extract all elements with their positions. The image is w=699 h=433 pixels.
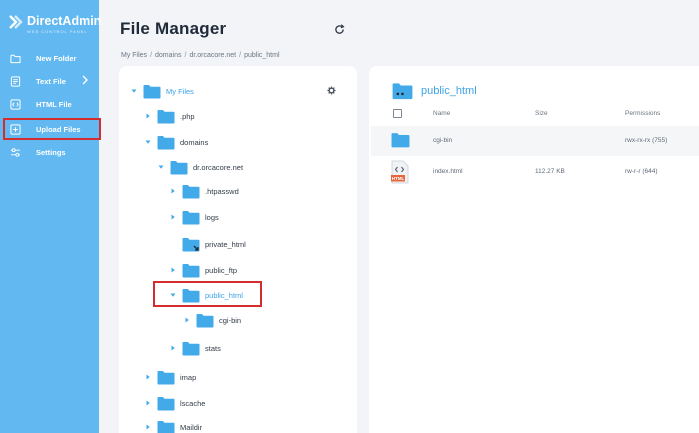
refresh-icon[interactable] [334, 24, 345, 35]
row-permissions: rwx-rx-rx (755) [625, 137, 668, 144]
caret-right-icon[interactable] [145, 424, 151, 430]
folder-icon [196, 313, 214, 328]
tree-node-lscache[interactable]: lscache [145, 394, 205, 412]
html-file-icon: HTML [391, 160, 409, 184]
folder-icon [157, 370, 175, 385]
brand-tagline: WEB CONTROL PANEL [27, 29, 88, 34]
gear-icon[interactable] [327, 86, 336, 95]
tree-node-domains[interactable]: domains [145, 133, 208, 151]
tree-node-label: .htpasswd [205, 186, 239, 196]
text-file-icon [10, 75, 21, 87]
row-size: 112.27 KB [535, 168, 565, 175]
folder-icon [182, 341, 200, 356]
tree-node-stats[interactable]: stats [170, 339, 221, 357]
row-permissions: rw-r-r (644) [625, 168, 658, 175]
folder-link-icon [182, 237, 200, 252]
folder-icon [182, 184, 200, 199]
caret-right-icon[interactable] [170, 345, 176, 351]
sidebar-item-label: HTML File [36, 99, 72, 109]
tree-node-label: domains [180, 137, 209, 147]
caret-right-icon[interactable] [170, 188, 176, 194]
brand-name: DirectAdmin [27, 14, 102, 28]
current-folder-name: public_html [421, 85, 477, 97]
sidebar-item-label: Settings [36, 147, 66, 157]
tree-node-label: My Files [166, 86, 194, 96]
tree-node-label: lscache [180, 398, 206, 408]
tree-node-label: private_html [205, 239, 246, 249]
tree-node-label: logs [205, 212, 219, 222]
caret-right-icon[interactable] [145, 400, 151, 406]
tree-node-private-html[interactable]: private_html [182, 235, 246, 253]
sidebar: DirectAdmin WEB CONTROL PANEL New Folder… [0, 0, 101, 433]
folder-icon [157, 109, 175, 124]
tree-node-imap[interactable]: imap [145, 368, 196, 386]
tree-node-maildir[interactable]: Maildir [145, 418, 202, 433]
chevron-right-icon[interactable] [82, 75, 88, 85]
sidebar-item-settings[interactable]: Settings [10, 143, 66, 161]
tree-node-logs[interactable]: logs [170, 208, 219, 226]
column-header-size[interactable]: Size [535, 110, 548, 117]
column-header-name[interactable]: Name [433, 110, 450, 117]
row-name[interactable]: index.html [433, 168, 463, 175]
breadcrumb-item[interactable]: public_html [244, 52, 279, 59]
caret-down-icon[interactable] [145, 139, 151, 145]
caret-right-icon[interactable] [170, 214, 176, 220]
directadmin-logo-icon [9, 15, 23, 29]
folder-icon [182, 210, 200, 225]
tree-node-public-ftp[interactable]: public_ftp [170, 261, 237, 279]
select-all-checkbox[interactable] [393, 109, 402, 118]
code-icon [10, 98, 21, 110]
sidebar-item-text-file[interactable]: Text File [10, 72, 66, 90]
tree-node-cgi-bin[interactable]: cgi-bin [184, 311, 241, 329]
folder-icon [157, 135, 175, 150]
public-html-highlight-box [153, 281, 262, 307]
sliders-icon [10, 147, 21, 158]
breadcrumb: My Files / domains / dr.orcacore.net / publ… [121, 52, 280, 59]
tree-node-php[interactable]: .php [145, 107, 195, 125]
page-title: File Manager [120, 19, 227, 38]
tree-node-label: cgi-bin [219, 315, 242, 325]
tree-node-label: Maildir [180, 422, 203, 432]
tree-node-label: dr.orcacore.net [193, 162, 244, 172]
caret-down-icon[interactable] [158, 164, 164, 170]
sidebar-item-label: New Folder [36, 53, 77, 63]
tree-node-label: imap [180, 372, 197, 382]
tree-node-htpasswd[interactable]: .htpasswd [170, 182, 239, 200]
breadcrumb-item[interactable]: My Files [121, 52, 147, 59]
upload-files-highlight-box [3, 118, 101, 140]
tree-node-label: stats [205, 343, 221, 353]
breadcrumb-item[interactable]: domains [155, 52, 181, 59]
caret-right-icon[interactable] [184, 317, 190, 323]
sidebar-item-new-folder[interactable]: New Folder [10, 49, 76, 67]
folder-icon [182, 263, 200, 278]
tree-node-my-files[interactable]: My Files [131, 82, 194, 100]
folder-icon [10, 53, 21, 64]
caret-down-icon[interactable] [131, 88, 137, 94]
current-folder-title: public_html [392, 82, 477, 100]
brand-logo[interactable]: DirectAdmin WEB CONTROL PANEL [9, 14, 101, 34]
folder-icon [391, 132, 410, 148]
row-name[interactable]: cgi-bin [433, 137, 452, 144]
folder-icon [143, 84, 161, 99]
column-header-permissions[interactable]: Permissions [625, 110, 660, 117]
folder-icon [157, 396, 175, 411]
caret-right-icon[interactable] [145, 374, 151, 380]
tree-node-label: public_ftp [205, 265, 238, 275]
tree-node-label: .php [180, 111, 195, 121]
folder-icon [157, 420, 175, 433]
tree-node-orcacore[interactable]: dr.orcacore.net [158, 158, 243, 176]
breadcrumb-item[interactable]: dr.orcacore.net [189, 52, 236, 59]
folder-icon [170, 160, 188, 175]
caret-right-icon[interactable] [170, 267, 176, 273]
folder-contents-panel [369, 66, 699, 433]
folder-open-icon [392, 82, 413, 100]
sidebar-item-label: Text File [36, 76, 66, 86]
sidebar-item-html-file[interactable]: HTML File [10, 95, 72, 113]
file-type-badge: HTML [392, 176, 405, 181]
caret-right-icon[interactable] [145, 113, 151, 119]
